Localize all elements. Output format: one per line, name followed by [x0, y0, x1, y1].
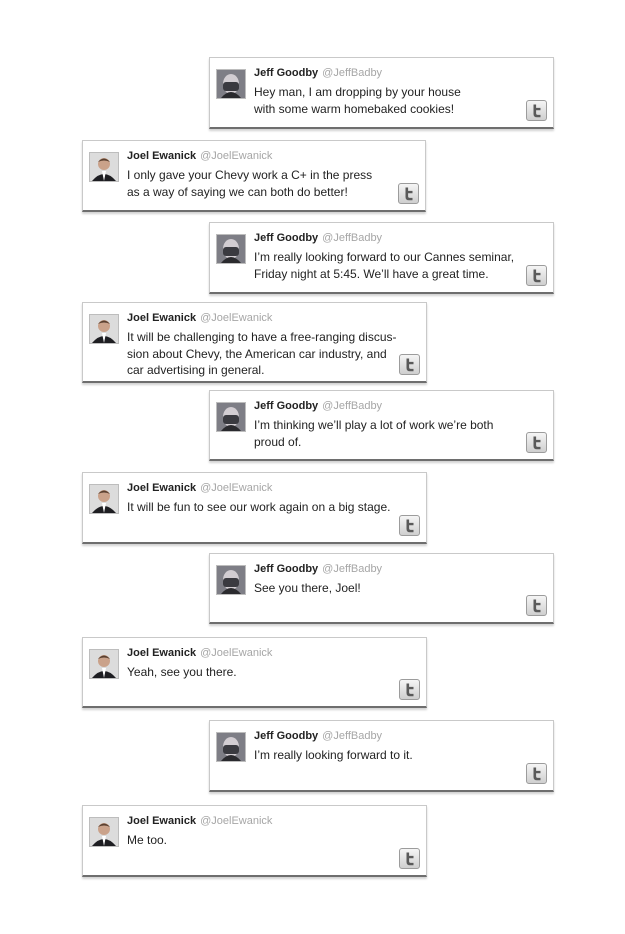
avatar-jeff[interactable] — [216, 565, 246, 595]
avatar-joel[interactable] — [89, 314, 119, 344]
avatar-jeff[interactable] — [216, 402, 246, 432]
author-handle[interactable]: @JeffBadby — [322, 730, 382, 742]
twitter-icon[interactable] — [399, 679, 420, 700]
tweet-text: It will be fun to see our work again on … — [127, 500, 391, 514]
author-name[interactable]: Jeff Goodby — [254, 232, 318, 244]
author-handle[interactable]: @JoelEwanick — [200, 312, 272, 324]
avatar-jeff[interactable] — [216, 69, 246, 99]
author-name[interactable]: Joel Ewanick — [127, 647, 196, 659]
twitter-icon[interactable] — [399, 354, 420, 375]
author-name[interactable]: Jeff Goodby — [254, 67, 318, 79]
author-handle[interactable]: @JoelEwanick — [200, 150, 272, 162]
twitter-icon[interactable] — [526, 432, 547, 453]
twitter-icon[interactable] — [526, 763, 547, 784]
avatar-joel[interactable] — [89, 484, 119, 514]
avatar-joel[interactable] — [89, 152, 119, 182]
tweet-card: Joel Ewanick @JoelEwanick It will be chal… — [82, 302, 427, 383]
twitter-icon[interactable] — [526, 100, 547, 121]
tweet-card: Joel Ewanick @JoelEwanick I only gave you… — [82, 140, 426, 212]
tweet-text: Yeah, see you there. — [127, 665, 237, 679]
tweet-text: I’m really looking forward to it. — [254, 748, 413, 762]
twitter-icon[interactable] — [398, 183, 419, 204]
tweet-card: Jeff Goodby @JeffBadby See you there, Joe… — [209, 553, 554, 624]
tweet-card: Jeff Goodby @JeffBadby I’m really looking… — [209, 222, 554, 294]
tweet-card: Joel Ewanick @JoelEwanick Me too. — [82, 805, 427, 877]
twitter-icon[interactable] — [526, 265, 547, 286]
author-handle[interactable]: @JoelEwanick — [200, 815, 272, 827]
author-handle[interactable]: @JoelEwanick — [200, 647, 272, 659]
tweet-text: I’m thinking we’ll play a lot of work we… — [254, 418, 494, 449]
twitter-icon[interactable] — [399, 515, 420, 536]
author-name[interactable]: Jeff Goodby — [254, 730, 318, 742]
tweet-card: Jeff Goodby @JeffBadby I’m really looking… — [209, 720, 554, 792]
author-handle[interactable]: @JoelEwanick — [200, 482, 272, 494]
author-name[interactable]: Joel Ewanick — [127, 150, 196, 162]
avatar-jeff[interactable] — [216, 732, 246, 762]
author-handle[interactable]: @JeffBadby — [322, 400, 382, 412]
author-name[interactable]: Jeff Goodby — [254, 400, 318, 412]
twitter-icon[interactable] — [399, 848, 420, 869]
avatar-joel[interactable] — [89, 649, 119, 679]
author-handle[interactable]: @JeffBadby — [322, 232, 382, 244]
tweet-card: Jeff Goodby @JeffBadby Hey man, I am drop… — [209, 57, 554, 129]
author-handle[interactable]: @JeffBadby — [322, 67, 382, 79]
tweet-card: Jeff Goodby @JeffBadby I’m thinking we’ll… — [209, 390, 554, 461]
author-name[interactable]: Joel Ewanick — [127, 815, 196, 827]
twitter-icon[interactable] — [526, 595, 547, 616]
author-handle[interactable]: @JeffBadby — [322, 563, 382, 575]
author-name[interactable]: Joel Ewanick — [127, 312, 196, 324]
author-name[interactable]: Jeff Goodby — [254, 563, 318, 575]
tweet-text: I only gave your Chevy work a C+ in the … — [127, 168, 373, 199]
tweet-card: Joel Ewanick @JoelEwanick Yeah, see you t… — [82, 637, 427, 708]
avatar-joel[interactable] — [89, 817, 119, 847]
tweet-text: It will be challenging to have a free-ra… — [127, 330, 397, 377]
tweet-text: Hey man, I am dropping by your house wit… — [254, 85, 461, 116]
tweet-text: I’m really looking forward to our Cannes… — [254, 250, 515, 281]
tweet-text: See you there, Joel! — [254, 581, 361, 595]
author-name[interactable]: Joel Ewanick — [127, 482, 196, 494]
tweet-text: Me too. — [127, 833, 168, 847]
avatar-jeff[interactable] — [216, 234, 246, 264]
tweet-card: Joel Ewanick @JoelEwanick It will be fun … — [82, 472, 427, 544]
